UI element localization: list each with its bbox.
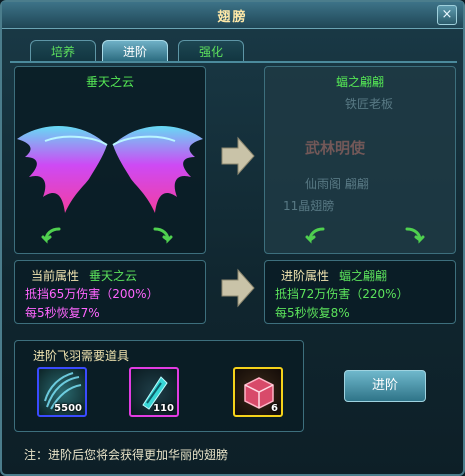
advance-button[interactable]: 进阶 bbox=[344, 370, 426, 402]
close-button[interactable]: × bbox=[437, 5, 457, 25]
rotate-left-icon[interactable] bbox=[41, 225, 63, 247]
feather-bundle-count: 5500 bbox=[54, 403, 82, 414]
tab-divider bbox=[10, 61, 457, 63]
crystal-feather-count: 110 bbox=[153, 403, 174, 414]
rotate-right-icon[interactable] bbox=[151, 225, 173, 247]
current-attr-line1: 抵挡65万伤害（200%） bbox=[25, 287, 159, 301]
advance-arrow-icon bbox=[221, 136, 255, 176]
next-attr-panel: 进阶属性 蝠之翩翩 抵挡72万伤害（220%） 每5秒恢复8% bbox=[264, 260, 456, 324]
crystal-feather-item[interactable]: 110 bbox=[129, 367, 179, 417]
current-attr-label: 当前属性 bbox=[31, 269, 80, 283]
wing-window: 翅膀 × 培养 进阶 强化 垂天之云 蝠之翩翩 铁匠老板 武林明使 仙雨阁 翩翩… bbox=[0, 0, 465, 476]
rotate-right-icon[interactable] bbox=[403, 225, 425, 247]
ghost-location-label: 仙雨阁 翩翩 bbox=[305, 177, 369, 191]
next-wing-panel: 蝠之翩翩 铁匠老板 武林明使 仙雨阁 翩翩 11晶翅膀 bbox=[264, 66, 456, 254]
requirements-panel: 进阶飞羽需要道具 5500 110 6 bbox=[14, 340, 304, 432]
title-bar[interactable]: 翅膀 × bbox=[2, 2, 463, 29]
next-attr-line1: 抵挡72万伤害（220%） bbox=[275, 287, 409, 301]
requirements-title: 进阶飞羽需要道具 bbox=[33, 349, 130, 363]
next-wing-name: 蝠之翩翩 bbox=[335, 75, 384, 89]
ghost-item-label: 11晶翅膀 bbox=[283, 199, 335, 213]
current-wing-name: 垂天之云 bbox=[85, 75, 134, 89]
rotate-left-icon[interactable] bbox=[305, 225, 327, 247]
attr-arrow-icon bbox=[221, 268, 255, 308]
current-wing-panel: 垂天之云 bbox=[14, 66, 206, 254]
next-attr-name: 蝠之翩翩 bbox=[339, 269, 388, 283]
current-attr-line2: 每5秒恢复7% bbox=[25, 306, 100, 320]
tab-advance[interactable]: 进阶 bbox=[102, 40, 168, 62]
advance-note: 注：进阶后您将会获得更加华丽的翅膀 bbox=[24, 448, 229, 462]
ghost-guild-label: 武林明使 bbox=[305, 139, 366, 157]
next-attr-line2: 每5秒恢复8% bbox=[275, 306, 350, 320]
treasure-box-item[interactable]: 6 bbox=[233, 367, 283, 417]
current-attr-name: 垂天之云 bbox=[89, 269, 138, 283]
ghost-npc-label: 铁匠老板 bbox=[345, 97, 394, 111]
tab-enhance[interactable]: 强化 bbox=[178, 40, 244, 62]
treasure-box-count: 6 bbox=[271, 403, 278, 414]
next-attr-label: 进阶属性 bbox=[281, 269, 330, 283]
tab-cultivate[interactable]: 培养 bbox=[30, 40, 96, 62]
feather-bundle-item[interactable]: 5500 bbox=[37, 367, 87, 417]
current-wing-image bbox=[17, 126, 203, 213]
window-title: 翅膀 bbox=[217, 10, 248, 25]
current-attr-panel: 当前属性 垂天之云 抵挡65万伤害（200%） 每5秒恢复7% bbox=[14, 260, 206, 324]
